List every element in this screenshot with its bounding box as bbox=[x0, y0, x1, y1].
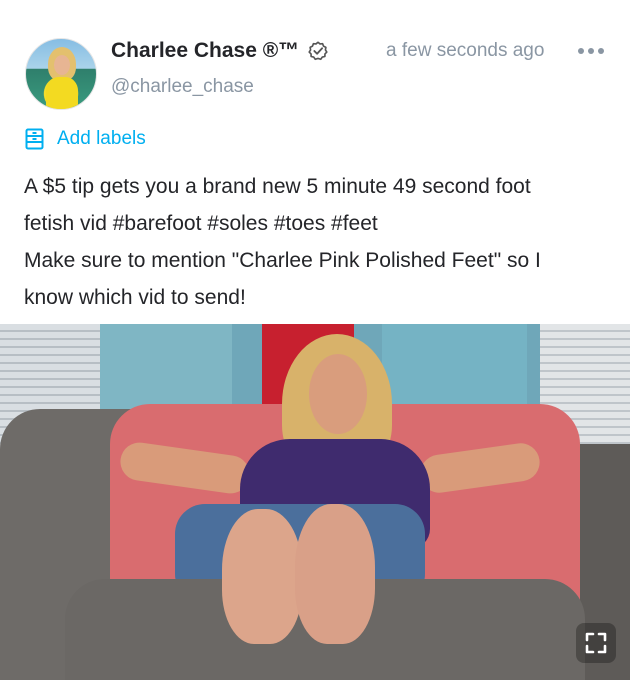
avatar[interactable] bbox=[25, 38, 97, 110]
post-text-line: fetish vid #barefoot #soles #toes #feet bbox=[24, 212, 378, 235]
more-horizontal-icon[interactable] bbox=[578, 44, 606, 58]
more-dot bbox=[578, 48, 584, 54]
add-labels-button[interactable]: Add labels bbox=[24, 124, 146, 154]
post-media-image[interactable] bbox=[0, 324, 630, 680]
post-text-line: Make sure to mention "Charlee Pink Polis… bbox=[24, 249, 541, 272]
avatar-body bbox=[46, 77, 78, 109]
post-timestamp[interactable]: a few seconds ago bbox=[386, 40, 544, 62]
photo-person-face bbox=[309, 354, 367, 434]
post-text-line: know which vid to send! bbox=[24, 286, 246, 309]
avatar-face bbox=[54, 55, 70, 75]
expand-icon bbox=[585, 632, 607, 654]
photo-person-foot bbox=[295, 504, 375, 644]
post-text-line: A $5 tip gets you a brand new 5 minute 4… bbox=[24, 175, 531, 198]
label-icon bbox=[25, 128, 44, 150]
verified-badge-icon bbox=[308, 41, 328, 61]
post-header: Charlee Chase ®™ @charlee_chase a few se… bbox=[0, 0, 630, 120]
photo-person-foot bbox=[222, 509, 302, 644]
more-dot bbox=[598, 48, 604, 54]
author-handle[interactable]: @charlee_chase bbox=[111, 76, 254, 98]
expand-media-button[interactable] bbox=[576, 623, 616, 663]
more-dot bbox=[588, 48, 594, 54]
author-display-name[interactable]: Charlee Chase ®™ bbox=[111, 39, 299, 63]
post-text: A $5 tip gets you a brand new 5 minute 4… bbox=[24, 168, 614, 316]
add-labels-text: Add labels bbox=[57, 128, 146, 149]
